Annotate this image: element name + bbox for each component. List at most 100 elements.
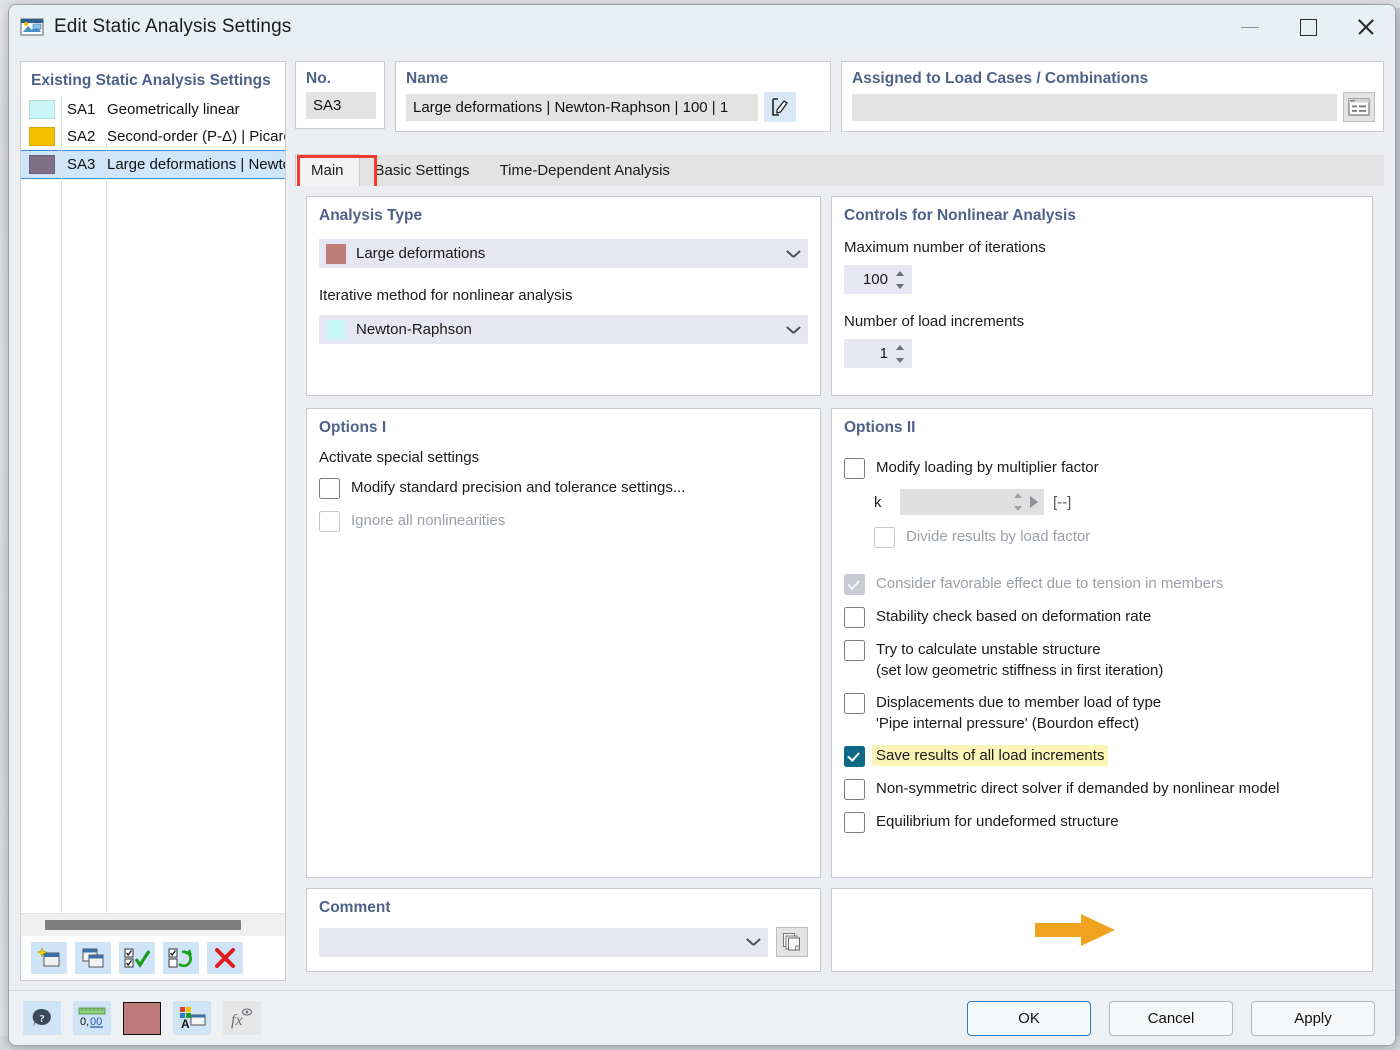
delete-button[interactable] — [207, 942, 243, 974]
copy-window-icon — [81, 947, 105, 969]
list-item-sa1[interactable]: SA1 Geometrically linear — [21, 96, 285, 123]
close-button[interactable] — [1337, 5, 1395, 49]
blank-group — [831, 888, 1373, 972]
load-increments-stepper[interactable]: 1 — [844, 339, 912, 368]
formula-button[interactable]: fx — [223, 1001, 261, 1035]
checkbox-non-symmetric-solver[interactable]: Non-symmetric direct solver if demanded … — [844, 778, 1360, 800]
list-item-sa2[interactable]: SA2 Second-order (P-Δ) | Picard — [21, 123, 285, 150]
stepper-up-icon — [1014, 493, 1022, 498]
stepper-arrows[interactable] — [894, 343, 908, 365]
checkbox-save-results-all-load-increments[interactable]: Save results of all load increments — [844, 745, 1360, 767]
iterative-method-swatch — [326, 320, 346, 340]
k-stepper[interactable] — [900, 489, 1044, 515]
checkbox-box[interactable] — [844, 812, 865, 833]
name-input[interactable]: Large deformations | Newton-Raphson | 10… — [406, 94, 758, 121]
checkbox-label: Modify standard precision and tolerance … — [351, 477, 685, 498]
checkbox-modify-loading-multiplier[interactable]: Modify loading by multiplier factor — [844, 457, 1360, 479]
load-increments-label: Number of load increments — [844, 313, 1360, 330]
column-separator — [61, 123, 62, 150]
checkbox-try-unstable-structure[interactable]: Try to calculate unstable structure (set… — [844, 639, 1360, 681]
help-button[interactable]: ? — [23, 1001, 61, 1035]
edit-static-analysis-settings-dialog: Edit Static Analysis Settings Existing S… — [8, 4, 1396, 1046]
checkbox-bourdon-displacements[interactable]: Displacements due to member load of type… — [844, 692, 1360, 734]
scrollbar-thumb[interactable] — [45, 920, 241, 930]
title-bar: Edit Static Analysis Settings — [9, 5, 1395, 49]
checkbox-ignore-nonlinearities[interactable]: Ignore all nonlinearities — [319, 510, 808, 532]
window-controls — [1221, 5, 1395, 49]
assigned-picker-button[interactable] — [1343, 92, 1375, 122]
list-picker-icon — [1348, 98, 1370, 116]
checkbox-stability-check[interactable]: Stability check based on deformation rat… — [844, 606, 1360, 628]
tab-basic-settings[interactable]: Basic Settings — [360, 155, 485, 186]
chevron-down-icon — [787, 326, 800, 334]
list-item-id: SA1 — [67, 101, 107, 118]
window-title: Edit Static Analysis Settings — [54, 16, 291, 38]
analysis-type-title: Analysis Type — [307, 197, 820, 225]
existing-settings-list[interactable]: SA1 Geometrically linear SA2 Second-orde… — [21, 96, 285, 179]
column-separator — [61, 96, 62, 123]
invert-selection-button[interactable] — [163, 942, 199, 974]
ok-button[interactable]: OK — [967, 1001, 1091, 1036]
checkbox-box[interactable] — [844, 693, 865, 714]
analysis-type-combo[interactable]: Large deformations — [319, 239, 808, 268]
checkbox-label: Modify loading by multiplier factor — [876, 457, 1099, 478]
checkbox-label: Divide results by load factor — [906, 526, 1090, 547]
check-all-icon — [124, 947, 150, 969]
new-static-analysis-setting-button[interactable] — [31, 942, 67, 974]
checkbox-box[interactable] — [844, 779, 865, 800]
k-unit: [--] — [1053, 494, 1071, 511]
stepper-arrows[interactable] — [894, 269, 908, 291]
comment-input[interactable] — [319, 928, 768, 957]
checkbox-box[interactable] — [844, 607, 865, 628]
red-x-icon — [214, 947, 236, 969]
units-button[interactable]: 0, 00 — [73, 1001, 111, 1035]
apply-button[interactable]: Apply — [1251, 1001, 1375, 1036]
max-iterations-value: 100 — [844, 271, 894, 288]
copy-static-analysis-setting-button[interactable] — [75, 942, 111, 974]
display-properties-button[interactable]: A — [173, 1001, 211, 1035]
list-item-label: Large deformations | Newto — [107, 156, 285, 173]
checkbox-label: Consider favorable effect due to tension… — [876, 573, 1223, 594]
checkbox-label: Equilibrium for undeformed structure — [876, 811, 1119, 832]
horizontal-scrollbar[interactable] — [21, 913, 285, 936]
checkbox-box — [844, 574, 865, 595]
checkbox-box[interactable] — [844, 458, 865, 479]
k-expand-icon[interactable] — [1030, 496, 1038, 508]
fx-icon: fx — [228, 1006, 256, 1030]
color-swatch — [29, 100, 55, 119]
checkbox-divide-results-by-load-factor: Divide results by load factor — [874, 526, 1360, 548]
checkbox-box[interactable] — [844, 746, 865, 767]
checkbox-box[interactable] — [844, 640, 865, 661]
assigned-input[interactable] — [852, 94, 1337, 121]
iterative-method-combo[interactable]: Newton-Raphson — [319, 315, 808, 344]
checkbox-modify-precision[interactable]: Modify standard precision and tolerance … — [319, 477, 808, 499]
max-iterations-stepper[interactable]: 100 — [844, 265, 912, 294]
select-all-button[interactable] — [119, 942, 155, 974]
no-input[interactable]: SA3 — [306, 92, 376, 119]
analysis-type-value: Large deformations — [356, 245, 485, 262]
minimize-button[interactable] — [1221, 5, 1279, 49]
cancel-button[interactable]: Cancel — [1109, 1001, 1233, 1036]
list-item-id: SA3 — [67, 156, 107, 173]
comment-copy-button[interactable] — [776, 927, 808, 957]
maximize-button[interactable] — [1279, 5, 1337, 49]
tab-time-dependent-analysis[interactable]: Time-Dependent Analysis — [485, 155, 685, 186]
right-column: No. SA3 Name Large deformations | Newton… — [295, 61, 1384, 979]
list-item-sa3[interactable]: SA3 Large deformations | Newto — [21, 150, 285, 179]
tab-main[interactable]: Main — [295, 154, 360, 186]
display-properties-icon: A — [178, 1006, 206, 1030]
decimal-places-icon: 0, 00 — [77, 1006, 107, 1030]
options-ii-title: Options II — [832, 409, 1372, 437]
color-button[interactable] — [123, 1002, 161, 1035]
activate-special-settings-label: Activate special settings — [319, 449, 808, 466]
edit-name-button[interactable] — [764, 92, 796, 122]
controls-nonlinear-group: Controls for Nonlinear Analysis Maximum … — [831, 196, 1373, 396]
svg-text:0,: 0, — [80, 1016, 89, 1028]
checkbox-box[interactable] — [319, 478, 340, 499]
checkbox-equilibrium-undeformed[interactable]: Equilibrium for undeformed structure — [844, 811, 1360, 833]
svg-text:fx: fx — [231, 1012, 243, 1029]
stepper-arrows[interactable] — [1012, 491, 1026, 513]
stepper-down-icon — [1014, 506, 1022, 511]
checkbox-label: Try to calculate unstable structure (set… — [876, 639, 1163, 681]
column-separator — [61, 151, 62, 178]
